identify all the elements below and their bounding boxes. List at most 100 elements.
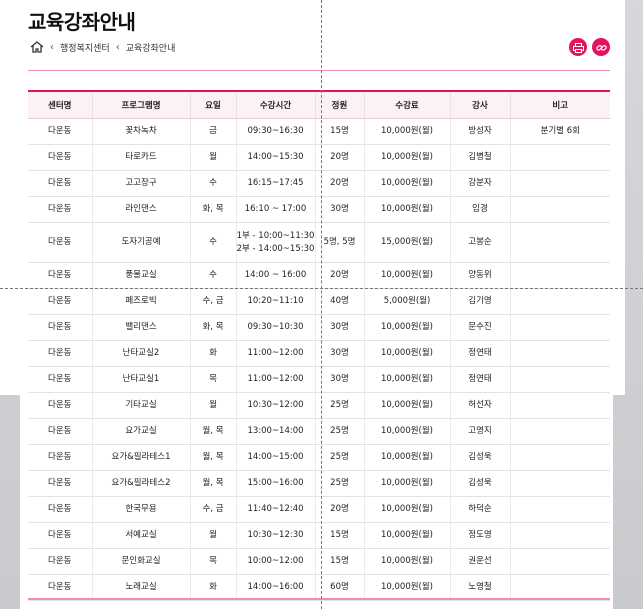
cell-program: 난타교실1 (91, 366, 190, 393)
table-header-row: 센터명 프로그램명 요일 수강시간 정원 수강료 강사 비고 (28, 90, 610, 119)
cell-center: 다운동 (28, 366, 92, 393)
cell-teacher: 김기영 (449, 288, 510, 315)
cell-center: 다운동 (28, 548, 92, 575)
cell-note (509, 548, 610, 575)
cell-teacher: 권운선 (449, 548, 510, 575)
cell-center: 다운동 (28, 392, 92, 419)
table-row: 다운동 고고장구 수 16:15~17:45 20명 10,000원(월) 강분자 (28, 170, 610, 197)
cell-time: 16:15~17:45 (235, 170, 315, 197)
print-icon (572, 38, 584, 57)
cell-program: 기타교실 (91, 392, 190, 419)
time-session-1: 1부 - 10:00~11:30 (236, 230, 315, 241)
cell-program: 풍물교실 (91, 262, 190, 289)
cell-fee: 10,000원(월) (363, 418, 450, 445)
cell-teacher: 김병철 (449, 144, 510, 171)
cell-program: 서예교실 (91, 522, 190, 549)
cell-fee: 10,000원(월) (363, 496, 450, 523)
cell-program: 타로카드 (91, 144, 190, 171)
cell-capacity: 25명 (314, 392, 364, 419)
cell-capacity: 60명 (314, 574, 364, 601)
course-table: 센터명 프로그램명 요일 수강시간 정원 수강료 강사 비고 다운동 꽃차녹차 금 0… (28, 90, 610, 601)
cell-center: 다운동 (28, 418, 92, 445)
share-link-button[interactable] (592, 38, 610, 56)
cell-fee: 10,000원(월) (363, 574, 450, 601)
cell-time: 11:00~12:00 (235, 366, 315, 393)
cell-capacity: 25명 (314, 418, 364, 445)
page-tools (569, 38, 610, 56)
cell-day: 수 (189, 262, 236, 289)
page-title: 교육강좌안내 (28, 10, 136, 34)
cell-capacity: 15명 (314, 548, 364, 575)
cell-capacity: 15명 (314, 118, 364, 145)
cell-time: 11:00~12:00 (235, 340, 315, 367)
cell-center: 다운동 (28, 574, 92, 601)
cell-center: 다운동 (28, 340, 92, 367)
cell-day: 수, 금 (189, 288, 236, 315)
cell-day: 월, 목 (189, 470, 236, 497)
table-row: 다운동 문인화교실 목 10:00~12:00 15명 10,000원(월) 권운선 (28, 548, 610, 575)
breadcrumb: ‹ 행정복지센터 ‹ 교육강좌안내 (30, 40, 175, 54)
table-row: 다운동 난타교실2 화 11:00~12:00 30명 10,000원(월) 정연태 (28, 340, 610, 367)
table-row: 다운동 도자기공예 수 1부 - 10:00~11:30 2부 - 14:00~15:3… (28, 222, 610, 263)
time-session-2: 2부 - 14:00~15:30 (236, 243, 315, 254)
cell-program: 요가&필라테스1 (91, 444, 190, 471)
cell-teacher: 문수진 (449, 314, 510, 341)
chevron-left-icon: ‹ (50, 41, 54, 53)
cell-capacity: 20명 (314, 170, 364, 197)
cell-time: 10:30~12:00 (235, 392, 315, 419)
cell-capacity: 15명 (314, 522, 364, 549)
cell-center: 다운동 (28, 444, 92, 471)
cell-center: 다운동 (28, 144, 92, 171)
cell-time: 11:40~12:40 (235, 496, 315, 523)
home-icon[interactable] (30, 41, 44, 53)
cell-note (509, 444, 610, 471)
cell-program: 한국무용 (91, 496, 190, 523)
header-note: 비고 (509, 90, 610, 119)
cell-time: 14:00~16:00 (235, 574, 315, 601)
table-row: 다운동 한국무용 수, 금 11:40~12:40 20명 10,000원(월) 하덕순 (28, 496, 610, 523)
cell-note (509, 418, 610, 445)
print-button[interactable] (569, 38, 587, 56)
cell-fee: 10,000원(월) (363, 392, 450, 419)
cell-note (509, 288, 610, 315)
cell-program: 고고장구 (91, 170, 190, 197)
cell-center: 다운동 (28, 288, 92, 315)
cell-fee: 10,000원(월) (363, 340, 450, 367)
cell-time: 1부 - 10:00~11:30 2부 - 14:00~15:30 (235, 222, 315, 263)
cell-teacher: 정연태 (449, 340, 510, 367)
cell-day: 월 (189, 144, 236, 171)
cell-time: 10:30~12:30 (235, 522, 315, 549)
cell-capacity: 30명 (314, 314, 364, 341)
cell-fee: 10,000원(월) (363, 118, 450, 145)
cell-teacher: 양동위 (449, 262, 510, 289)
cell-capacity: 40명 (314, 288, 364, 315)
cell-day: 화 (189, 340, 236, 367)
chevron-left-icon: ‹ (115, 41, 120, 53)
cell-program: 문인화교실 (91, 548, 190, 575)
guide-line-vertical (321, 0, 322, 609)
breadcrumb-item-current[interactable]: 교육강좌안내 (126, 41, 176, 54)
cell-time: 14:00~15:00 (235, 444, 315, 471)
cell-capacity: 30명 (314, 340, 364, 367)
table-row: 다운동 라인댄스 화, 목 16:10 ~ 17:00 30명 10,000원(월) 임경 (28, 196, 610, 223)
cell-day: 화 (189, 574, 236, 601)
cell-note (509, 314, 610, 341)
cell-teacher: 고영지 (449, 418, 510, 445)
breadcrumb-item-center[interactable]: 행정복지센터 (60, 41, 110, 54)
cell-note (509, 366, 610, 393)
cell-teacher: 정도영 (449, 522, 510, 549)
cell-capacity: 25명 (314, 444, 364, 471)
table-row: 다운동 요가교실 월, 목 13:00~14:00 25명 10,000원(월) 고영지 (28, 418, 610, 445)
cell-note (509, 144, 610, 171)
cell-program: 난타교실2 (91, 340, 190, 367)
cell-capacity: 20명 (314, 262, 364, 289)
cell-note (509, 522, 610, 549)
cell-center: 다운동 (28, 470, 92, 497)
cell-capacity: 25명 (314, 470, 364, 497)
cell-note: 분기별 6회 (509, 118, 610, 145)
table-bottom-border (28, 598, 610, 600)
link-icon (595, 38, 607, 57)
table-row: 다운동 밸리댄스 화, 목 09:30~10:30 30명 10,000원(월) 문수진 (28, 314, 610, 341)
cell-teacher: 김성욱 (449, 444, 510, 471)
cell-center: 다운동 (28, 196, 92, 223)
